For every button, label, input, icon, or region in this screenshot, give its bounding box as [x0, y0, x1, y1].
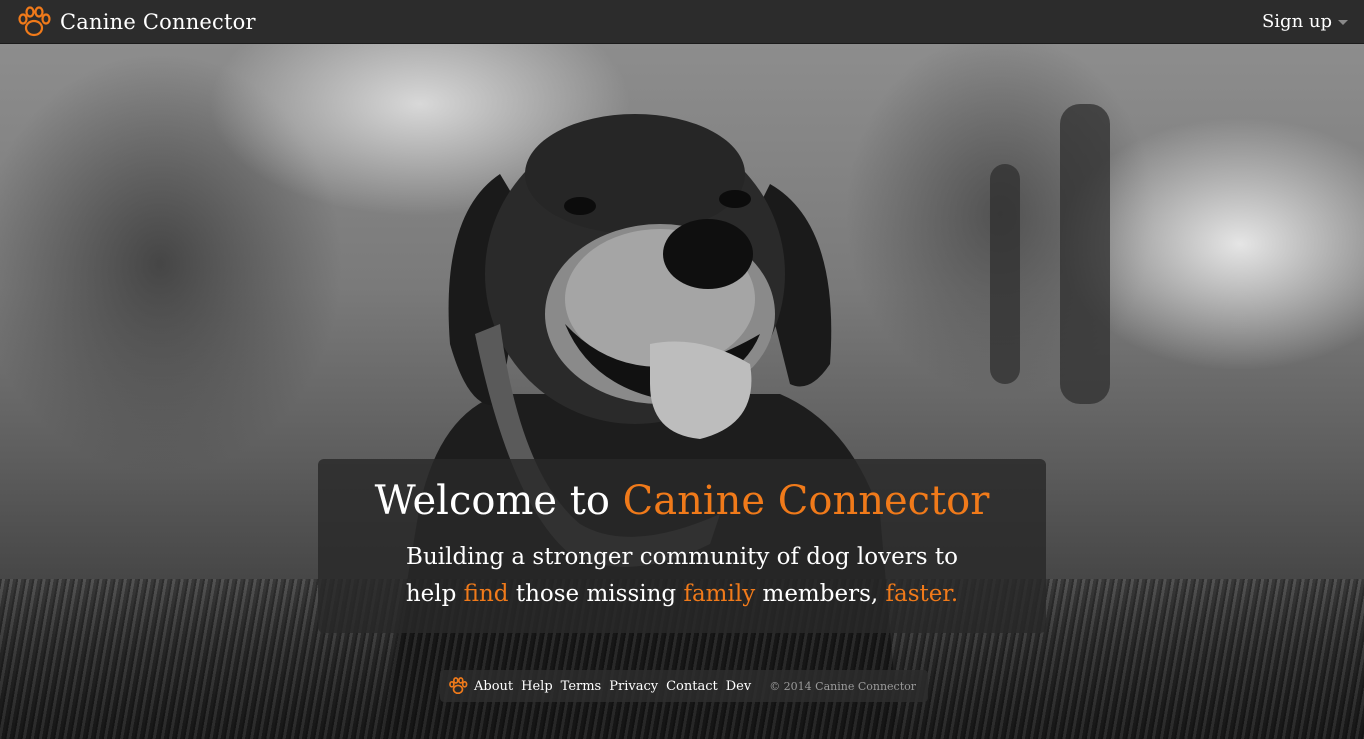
- brand-name: Canine Connector: [60, 9, 256, 34]
- welcome-subtitle: Building a stronger community of dog lov…: [318, 539, 1046, 613]
- line2-part2: those missing: [508, 581, 684, 607]
- footer-link-terms[interactable]: Terms: [561, 679, 602, 694]
- footer-link-privacy[interactable]: Privacy: [609, 679, 658, 694]
- footer-bar: About Help Terms Privacy Contact Dev © 2…: [440, 670, 928, 702]
- caret-down-icon: [1338, 20, 1348, 25]
- line2-part1: help: [405, 581, 464, 607]
- footer-link-contact[interactable]: Contact: [666, 679, 718, 694]
- background-tree: [990, 164, 1020, 384]
- brand-link[interactable]: Canine Connector: [16, 4, 256, 40]
- paw-icon: [16, 4, 52, 40]
- highlight-faster: faster.: [885, 581, 959, 607]
- welcome-line-2: help find those missing family members, …: [318, 576, 1046, 613]
- background-tree: [1060, 104, 1110, 404]
- footer-link-about[interactable]: About: [474, 679, 513, 694]
- hero-background-image: [0, 44, 1364, 739]
- welcome-panel: Welcome to Canine Connector Building a s…: [318, 459, 1046, 633]
- welcome-title-brand: Canine Connector: [622, 478, 990, 524]
- welcome-line-1: Building a stronger community of dog lov…: [406, 544, 958, 570]
- highlight-family: family: [683, 581, 756, 607]
- highlight-find: find: [463, 581, 509, 607]
- welcome-title: Welcome to Canine Connector: [318, 477, 1046, 525]
- copyright-text: © 2014 Canine Connector: [769, 679, 917, 693]
- line2-part3: members,: [755, 581, 886, 607]
- footer-link-help[interactable]: Help: [521, 679, 553, 694]
- welcome-title-prefix: Welcome to: [374, 478, 623, 524]
- paw-icon: [448, 676, 468, 696]
- footer-link-dev[interactable]: Dev: [726, 679, 751, 694]
- top-navbar: Canine Connector Sign up: [0, 0, 1364, 44]
- signup-dropdown[interactable]: Sign up: [1262, 11, 1348, 32]
- signup-label: Sign up: [1261, 11, 1332, 32]
